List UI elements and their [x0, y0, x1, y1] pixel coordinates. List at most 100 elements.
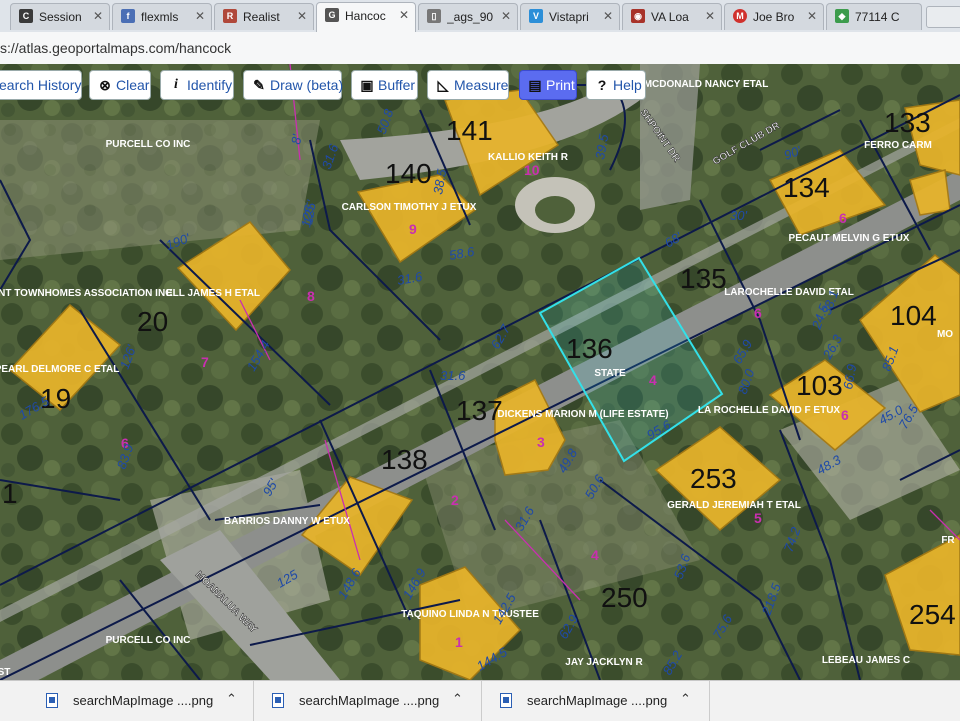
- tab-label: Vistapri: [549, 10, 589, 24]
- print-button[interactable]: ▤ Print: [519, 70, 577, 100]
- parcel-number-label: 1: [2, 478, 18, 509]
- dimension-label: 30': [730, 208, 747, 223]
- browser-tab-flexmls[interactable]: f flexmls ✕: [112, 3, 212, 30]
- browser-tab-vistaprint[interactable]: V Vistapri ✕: [520, 3, 620, 30]
- parcel-number-label: 20: [137, 306, 168, 337]
- close-icon[interactable]: ✕: [297, 9, 307, 23]
- realist-icon: R: [223, 9, 237, 23]
- lot-number-label: 7: [201, 354, 209, 370]
- parcel-number-label: 138: [381, 444, 428, 475]
- browser-tab-va-loan[interactable]: ◉ VA Loa ✕: [622, 3, 722, 30]
- clear-icon: ⊗: [99, 77, 111, 93]
- url-text[interactable]: s://atlas.geoportalmaps.com/hancock: [0, 40, 231, 56]
- lot-number-label: 9: [409, 221, 417, 237]
- button-label: Measure: [454, 77, 509, 93]
- owner-name-label: STATE: [594, 368, 626, 379]
- help-icon: ?: [597, 77, 607, 93]
- parcel-number-label: 140: [385, 158, 432, 189]
- parcel-number-label: 136: [566, 333, 613, 364]
- owner-name-label: LA ROCHELLE DAVID F ETUX: [698, 405, 841, 416]
- tab-label: Realist: [243, 10, 280, 24]
- lot-number-label: 6: [839, 210, 847, 226]
- downloads-bar: searchMapImage ....png ⌃ searchMapImage …: [0, 680, 960, 721]
- draw-beta-button[interactable]: ✎ Draw (beta): [243, 70, 344, 100]
- parcel-number-label: 137: [456, 395, 503, 426]
- parcel-number-label: 133: [884, 107, 931, 138]
- owner-name-label: PURCELL CO INC: [106, 139, 191, 150]
- browser-tab-strip: C Session ✕ f flexmls ✕ R Realist ✕ G Ha…: [0, 0, 960, 33]
- button-label: Buffer: [378, 77, 416, 93]
- measure-button[interactable]: ◺ Measure: [427, 70, 509, 100]
- tab-label: Session: [39, 10, 82, 24]
- tab-label: Hancoc: [345, 9, 386, 23]
- close-icon[interactable]: ✕: [807, 9, 817, 23]
- browser-tab-session[interactable]: C Session ✕: [10, 3, 110, 30]
- image-file-icon: [272, 693, 284, 708]
- download-filename: searchMapImage ....png: [527, 693, 668, 708]
- info-icon: i: [174, 77, 178, 92]
- tab-label: 77114 C: [855, 10, 900, 24]
- download-item[interactable]: searchMapImage ....png ⌃: [28, 681, 254, 721]
- dimension-label: 31.6: [440, 368, 466, 383]
- document-icon: ▯: [427, 9, 441, 23]
- button-label: Clear: [116, 77, 150, 93]
- image-file-icon: [46, 693, 58, 708]
- chevron-up-icon[interactable]: ⌃: [226, 691, 237, 707]
- button-label: Print: [546, 77, 575, 93]
- parcel-number-label: 253: [690, 463, 737, 494]
- button-label: Draw (beta): [270, 77, 344, 93]
- close-icon[interactable]: ✕: [705, 9, 715, 23]
- parcel-number-label: 134: [783, 172, 830, 203]
- tab-label: flexmls: [141, 10, 179, 24]
- download-item[interactable]: searchMapImage ....png ⌃: [254, 681, 482, 721]
- help-button[interactable]: ? Help: [586, 70, 646, 100]
- parcel-number-label: 135: [680, 263, 727, 294]
- close-icon[interactable]: ✕: [399, 8, 409, 22]
- close-icon[interactable]: ✕: [603, 9, 613, 23]
- browser-tab-hancock[interactable]: G Hancoc ✕: [316, 2, 416, 32]
- tab-label: VA Loa: [651, 10, 689, 24]
- lot-number-label: 10: [524, 162, 540, 178]
- owner-name-label: PECAUT MELVIN G ETUX: [789, 233, 910, 244]
- browser-tab-joe-bro[interactable]: M Joe Bro ✕: [724, 3, 824, 30]
- browser-tab-realist[interactable]: R Realist ✕: [214, 3, 314, 30]
- browser-tab-77114[interactable]: ◆ 77114 C: [826, 3, 922, 30]
- button-label: Identify: [187, 77, 233, 93]
- owner-name-label: CARLSON TIMOTHY J ETUX: [342, 202, 477, 213]
- download-item[interactable]: searchMapImage ....png ⌃: [482, 681, 710, 721]
- clear-button[interactable]: ⊗ Clear: [89, 70, 151, 100]
- lot-number-label: 6: [754, 305, 762, 321]
- search-history-button[interactable]: earch History: [0, 70, 82, 100]
- address-bar[interactable]: s://atlas.geoportalmaps.com/hancock: [0, 32, 960, 65]
- close-icon[interactable]: ✕: [501, 9, 511, 23]
- map-viewport[interactable]: 141 140 135 133 134 136 20 19 137 138 103 104 253 250…: [0, 64, 960, 680]
- tab-label: _ags_90: [447, 10, 494, 24]
- chevron-up-icon[interactable]: ⌃: [680, 691, 691, 707]
- lot-number-label: 1: [455, 634, 463, 650]
- download-filename: searchMapImage ....png: [299, 693, 440, 708]
- owner-name-label: ELL JAMES H ETAL: [166, 288, 260, 299]
- parcel-number-label: 104: [890, 300, 937, 331]
- owner-name-label: MO: [937, 329, 953, 340]
- ruler-icon: ◺: [437, 77, 449, 93]
- owner-name-label: BARRIOS DANNY W ETUX: [224, 516, 350, 527]
- owner-name-label: PEARL DELMORE C ETAL: [0, 364, 119, 375]
- chevron-up-icon[interactable]: ⌃: [452, 691, 463, 707]
- close-icon[interactable]: ✕: [195, 9, 205, 23]
- parcel-map[interactable]: 1411401351331341362019 137138103104253250…: [0, 64, 960, 680]
- owner-name-label: ST: [0, 667, 10, 678]
- maps-pin-icon: ◆: [835, 9, 849, 23]
- owner-name-label: PURCELL CO INC: [106, 635, 191, 646]
- new-tab-button[interactable]: [926, 6, 960, 28]
- browser-tab-ags[interactable]: ▯ _ags_90 ✕: [418, 3, 518, 30]
- button-label: earch History: [0, 77, 82, 93]
- close-icon[interactable]: ✕: [93, 9, 103, 23]
- image-file-icon: [500, 693, 512, 708]
- buffer-button[interactable]: ▣ Buffer: [351, 70, 418, 100]
- owner-name-label: FR: [941, 535, 955, 546]
- lot-number-label: 4: [591, 547, 599, 563]
- lot-number-label: 5: [754, 510, 762, 526]
- owner-name-label: DICKENS MARION M (LIFE ESTATE): [497, 409, 668, 420]
- owner-name-label: GERALD JEREMIAH T ETAL: [667, 500, 801, 511]
- identify-button[interactable]: i Identify: [160, 70, 234, 100]
